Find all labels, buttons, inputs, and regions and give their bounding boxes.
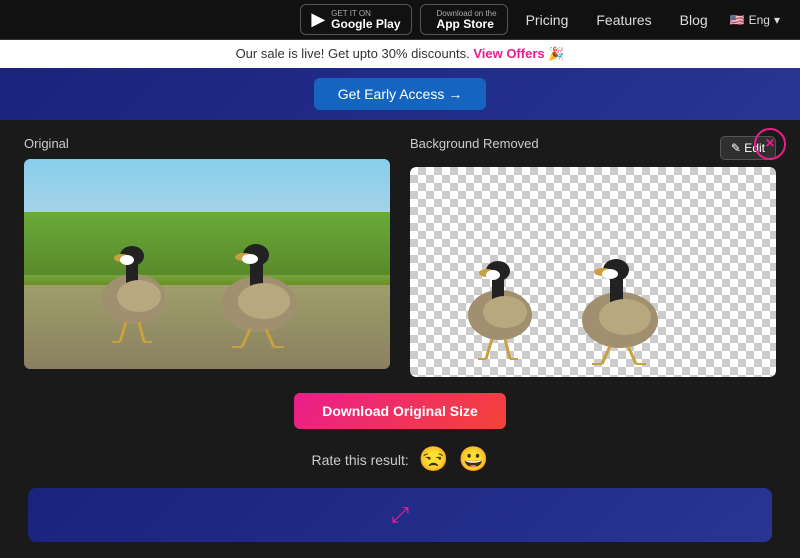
flag-icon: 🇺🇸 [730, 13, 745, 27]
google-play-name: Google Play [331, 18, 400, 30]
removed-panel-header: Background Removed ✎ Edit [410, 136, 776, 159]
rating-label: Rate this result: [311, 452, 408, 468]
removed-image [410, 167, 776, 377]
goose-removed-2-svg [560, 222, 680, 367]
early-access-bar: Get Early Access → [0, 68, 800, 120]
goose-removed-1-svg [450, 227, 550, 362]
goose-2-svg [204, 209, 314, 349]
removed-panel: Background Removed ✎ Edit [410, 136, 776, 377]
sad-rating-button[interactable]: 😒 [419, 445, 449, 474]
view-offers-link[interactable]: View Offers [473, 46, 544, 61]
lang-label: Eng [749, 13, 770, 27]
goose-1-svg [84, 214, 184, 344]
original-image [24, 159, 390, 369]
removed-label: Background Removed [410, 136, 539, 151]
app-store-name: App Store [437, 18, 497, 30]
app-store-button[interactable]: Download on the App Store [420, 4, 508, 35]
features-link[interactable]: Features [586, 12, 661, 28]
blog-link[interactable]: Blog [670, 12, 718, 28]
comparison-section: Original [24, 136, 776, 377]
sale-text: Our sale is live! Get upto 30% discounts… [236, 46, 470, 61]
google-play-button[interactable]: ▶ GET IT ON Google Play [300, 4, 411, 35]
sale-banner: Our sale is live! Get upto 30% discounts… [0, 40, 800, 68]
chevron-down-icon: ▾ [774, 13, 780, 27]
happy-rating-button[interactable]: 😀 [459, 445, 489, 474]
sale-emoji: 🎉 [548, 46, 564, 61]
pricing-link[interactable]: Pricing [516, 12, 579, 28]
original-geese-background [24, 159, 390, 369]
header: ▶ GET IT ON Google Play Download on the … [0, 0, 800, 40]
removed-geese-background [410, 167, 776, 377]
download-button[interactable]: Download Original Size [294, 393, 506, 429]
bottom-bar[interactable]: ⤢ [28, 488, 772, 542]
download-section: Download Original Size [24, 393, 776, 429]
original-panel: Original [24, 136, 390, 377]
close-button[interactable]: × [754, 128, 786, 160]
rating-section: Rate this result: 😒 😀 [24, 445, 776, 474]
expand-icon: ⤢ [391, 502, 409, 527]
early-access-button[interactable]: Get Early Access → [314, 78, 486, 110]
original-label: Original [24, 136, 390, 151]
language-selector[interactable]: 🇺🇸 Eng ▾ [726, 13, 784, 27]
main-content: × Original [0, 120, 800, 558]
